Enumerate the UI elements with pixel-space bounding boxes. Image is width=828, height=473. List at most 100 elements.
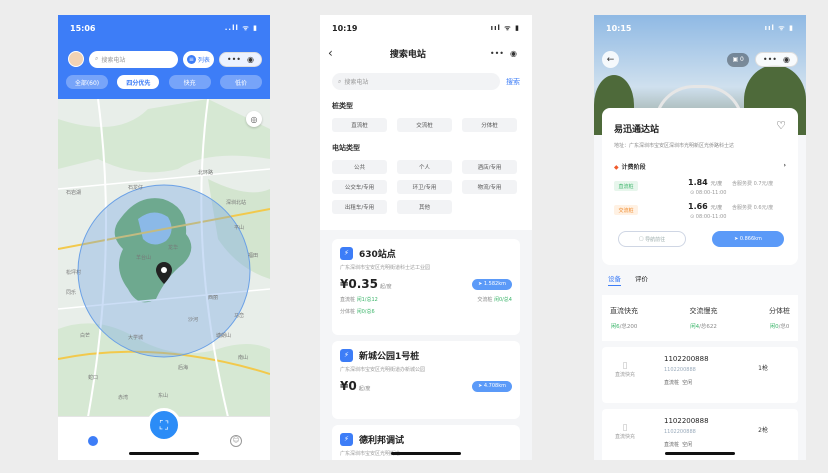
pile-number: 1102200888 bbox=[664, 417, 709, 425]
avatar[interactable] bbox=[68, 51, 84, 67]
gun-count: 2枪 bbox=[758, 427, 768, 434]
pile-type-chips: 直流桩 交流桩 分体桩 bbox=[332, 118, 520, 132]
navigate-button[interactable]: ➤ 4.708km bbox=[472, 380, 512, 392]
home-indicator bbox=[665, 452, 735, 455]
station-address: 广东深圳市宝安区光明街道科士达工业园 bbox=[340, 265, 431, 271]
search-icon: ⌕ bbox=[95, 55, 99, 62]
scan-button[interactable]: ⛶ bbox=[147, 408, 181, 442]
location-pin-icon bbox=[156, 262, 172, 284]
map-search-row: ⌕ 搜索电站 ≡ 列表 ••• ◉ bbox=[68, 50, 262, 68]
image-count[interactable]: ▣ 0 bbox=[727, 52, 749, 67]
mini-program-capsule[interactable]: ••• ◉ bbox=[483, 47, 524, 60]
tab-all[interactable]: 全部(60) bbox=[66, 75, 108, 89]
charger-icon: ▯ 直流快充 bbox=[614, 361, 635, 378]
chip-other[interactable]: 其他 bbox=[397, 200, 452, 214]
pile-row[interactable]: ▯ 直流快充 1102200888 1102200888 直流桩 空闲 1枪 bbox=[602, 347, 798, 403]
chip-taxi[interactable]: 出租车/专用 bbox=[332, 200, 387, 214]
chip-personal[interactable]: 个人 bbox=[397, 160, 452, 174]
tab-reviews[interactable]: 评价 bbox=[635, 273, 648, 286]
home-nav-icon[interactable] bbox=[88, 436, 98, 446]
status-bar: 10:19 ııl ᯤ ▮ bbox=[320, 15, 532, 41]
locate-icon[interactable]: ◎ bbox=[246, 111, 262, 127]
action-buttons: ▢ 导航前往 ➤ 0.866km bbox=[618, 231, 784, 247]
map-label: 赤湾 bbox=[118, 394, 128, 401]
more-icon[interactable]: ••• bbox=[227, 55, 241, 64]
stat-split[interactable]: 分体桩 闲0/总0 bbox=[769, 295, 790, 341]
tab-priority[interactable]: 四分优先 bbox=[117, 75, 160, 89]
list-icon: ≡ bbox=[186, 54, 196, 64]
pile-stats: 直流桩 闲1/总12 交流桩 闲0/总4 bbox=[340, 297, 512, 303]
map-label: 福田 bbox=[248, 252, 258, 259]
station-name: 新城公园1号桩 bbox=[359, 352, 420, 362]
mini-program-capsule[interactable]: ••• ◉ bbox=[754, 52, 798, 67]
close-target-icon[interactable]: ◉ bbox=[247, 55, 254, 64]
map-label: 马峦 bbox=[234, 312, 244, 319]
close-target-icon[interactable]: ◉ bbox=[510, 49, 517, 58]
tab-fast[interactable]: 快充 bbox=[168, 75, 211, 89]
more-icon[interactable]: ••• bbox=[763, 55, 777, 64]
pile-meta: 直流桩 空闲 bbox=[664, 380, 693, 386]
chip-public[interactable]: 公共 bbox=[332, 160, 387, 174]
search-input[interactable]: ⌕ 搜索电站 bbox=[332, 73, 500, 90]
pile-meta: 直流桩 空闲 bbox=[664, 442, 693, 448]
profile-nav-icon[interactable]: ☺ bbox=[230, 435, 242, 447]
station-card[interactable]: ⚡ 630站点 广东深圳市宝安区光明街道科士达工业园 ¥0.35 起/度 ➤ 1.5… bbox=[332, 239, 520, 335]
station-address: 地址：广东深圳市宝安区深圳市光明新区光侨路科士达 bbox=[614, 143, 735, 149]
station-icon: ⚡ bbox=[340, 247, 353, 260]
list-button[interactable]: ≡ 列表 bbox=[182, 50, 214, 68]
mini-program-capsule[interactable]: ••• ◉ bbox=[218, 51, 262, 67]
pile-sub: 1102200888 bbox=[664, 367, 696, 373]
station-name: 630站点 bbox=[359, 250, 396, 260]
map-label: 大学城 bbox=[128, 334, 143, 341]
station-icon: ⚡ bbox=[340, 349, 353, 362]
station-card[interactable]: ⚡ 新城公园1号桩 广东深圳市宝安区光明街道办新城公园 ¥0 起/度 ➤ 4.708… bbox=[332, 341, 520, 419]
signal-icons: ııl ᯤ ▮ bbox=[490, 23, 520, 32]
station-name: 易迅通达站 bbox=[614, 125, 660, 135]
chip-bus[interactable]: 公交车/专用 bbox=[332, 180, 387, 194]
home-indicator bbox=[129, 452, 199, 455]
fee-stage-row[interactable]: ◆ 计费阶段 › bbox=[614, 162, 786, 171]
station-price: ¥0 起/度 bbox=[340, 379, 371, 393]
back-icon[interactable]: ‹ bbox=[328, 46, 333, 60]
stat-dc[interactable]: 直流快充 闲6/总200 bbox=[610, 295, 638, 341]
status-bar: 15:06 ..ll ᯤ ▮ bbox=[58, 15, 270, 41]
navigate-outline-button[interactable]: ▢ 导航前往 bbox=[618, 231, 686, 247]
map-label: 蛇口 bbox=[88, 374, 98, 381]
tab-devices[interactable]: 设备 bbox=[608, 273, 621, 286]
back-icon[interactable]: ← bbox=[602, 51, 619, 68]
map-screen: 15:06 ..ll ᯤ ▮ ⌕ 搜索电站 ≡ 列表 ••• ◉ 全部(60) … bbox=[58, 15, 270, 460]
station-address: 广东深圳市宝安区光明街道办新城公园 bbox=[340, 367, 426, 373]
navigate-button[interactable]: ➤ 1.582km bbox=[472, 278, 512, 290]
clock: 10:19 bbox=[332, 23, 358, 33]
map-label: 平山 bbox=[234, 224, 244, 231]
stat-ac[interactable]: 交流慢充 闲4/总622 bbox=[690, 295, 718, 341]
price-time: ⊙ 08:00-11:00 bbox=[690, 214, 727, 220]
more-icon[interactable]: ••• bbox=[490, 49, 504, 58]
map-label: 沙河 bbox=[188, 316, 198, 323]
chip-split[interactable]: 分体桩 bbox=[462, 118, 517, 132]
pile-sub: 1102200888 bbox=[664, 429, 696, 435]
clock: 10:15 bbox=[606, 23, 632, 33]
map-label: 西丽 bbox=[208, 295, 218, 301]
signal-icons: ııl ᯤ ▮ bbox=[764, 23, 794, 32]
chip-hotel[interactable]: 酒店/专用 bbox=[462, 160, 517, 174]
navigate-button[interactable]: ➤ 0.866km bbox=[712, 231, 784, 247]
service-fee: 含服务费 0.6元/度 bbox=[732, 205, 774, 211]
chip-dc[interactable]: 直流桩 bbox=[332, 118, 387, 132]
map-label: 北环路 bbox=[198, 169, 213, 176]
station-info-card: 易迅通达站 ♡ 地址：广东深圳市宝安区深圳市光明新区光侨路科士达 ◆ 计费阶段 ›… bbox=[602, 108, 798, 265]
search-placeholder: 搜索电站 bbox=[101, 56, 126, 64]
station-price: ¥0.35 起/度 bbox=[340, 277, 392, 291]
price-badge: 交流桩 bbox=[614, 205, 638, 215]
chip-logistics[interactable]: 物流/专用 bbox=[462, 180, 517, 194]
search-button[interactable]: 搜索 bbox=[506, 77, 520, 87]
chip-ac[interactable]: 交流桩 bbox=[397, 118, 452, 132]
filter-tabs: 全部(60) 四分优先 快充 低价 bbox=[66, 75, 262, 89]
close-target-icon[interactable]: ◉ bbox=[783, 55, 790, 64]
chip-sanitation[interactable]: 环卫/专用 bbox=[397, 180, 452, 194]
search-input[interactable]: ⌕ 搜索电站 bbox=[89, 50, 178, 68]
map-canvas[interactable]: 石岩湖 石龙仔 北环路 深圳北站 平山 西丽 大学城 塘朗山 南山 同乐 蛇口 … bbox=[58, 99, 270, 417]
search-screen: 10:19 ııl ᯤ ▮ ‹ 搜索电站 ••• ◉ ⌕ 搜索电站 搜索 桩类型… bbox=[320, 15, 532, 460]
favorite-heart-icon[interactable]: ♡ bbox=[776, 119, 786, 132]
tab-cheap[interactable]: 低价 bbox=[219, 75, 262, 89]
